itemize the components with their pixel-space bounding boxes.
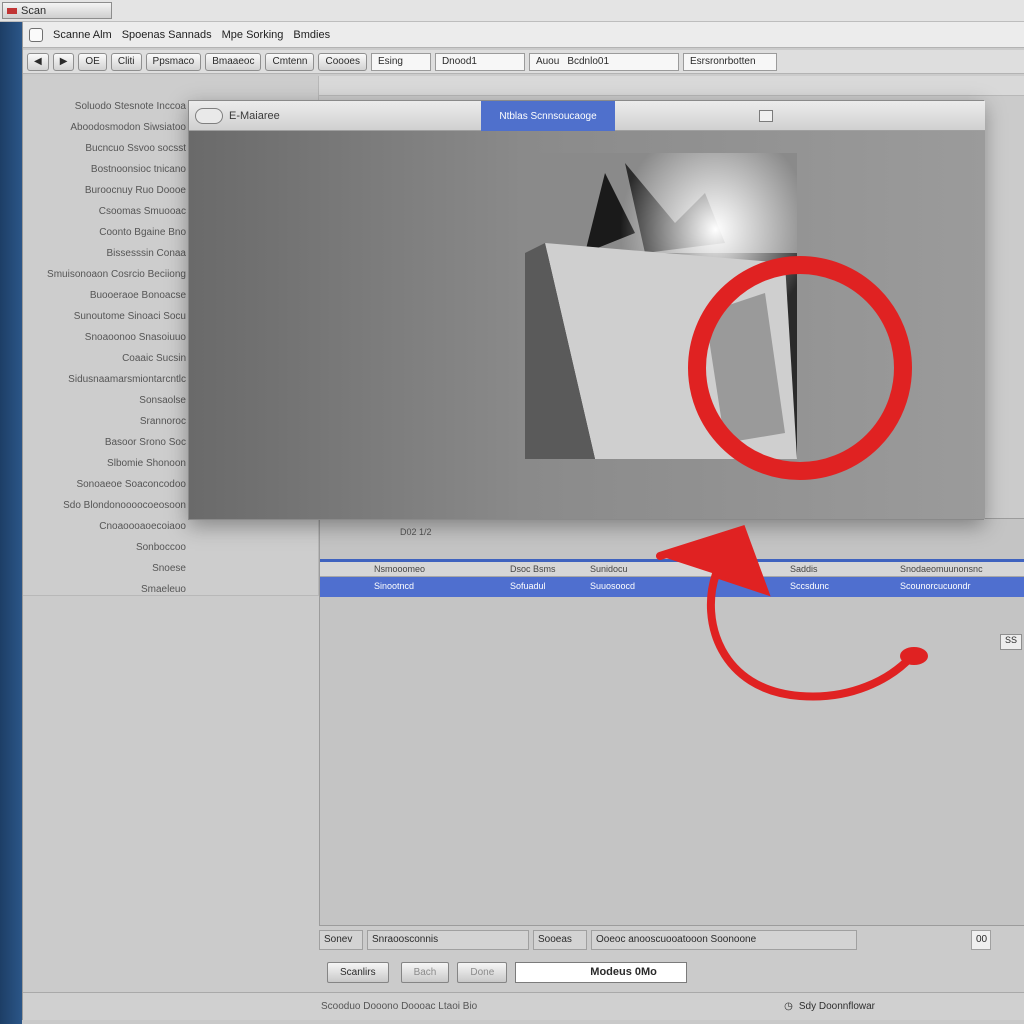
- pointer-arrow-tail: [900, 647, 928, 665]
- highlight-circle: [688, 256, 912, 480]
- annotation-overlay: [656, 256, 928, 701]
